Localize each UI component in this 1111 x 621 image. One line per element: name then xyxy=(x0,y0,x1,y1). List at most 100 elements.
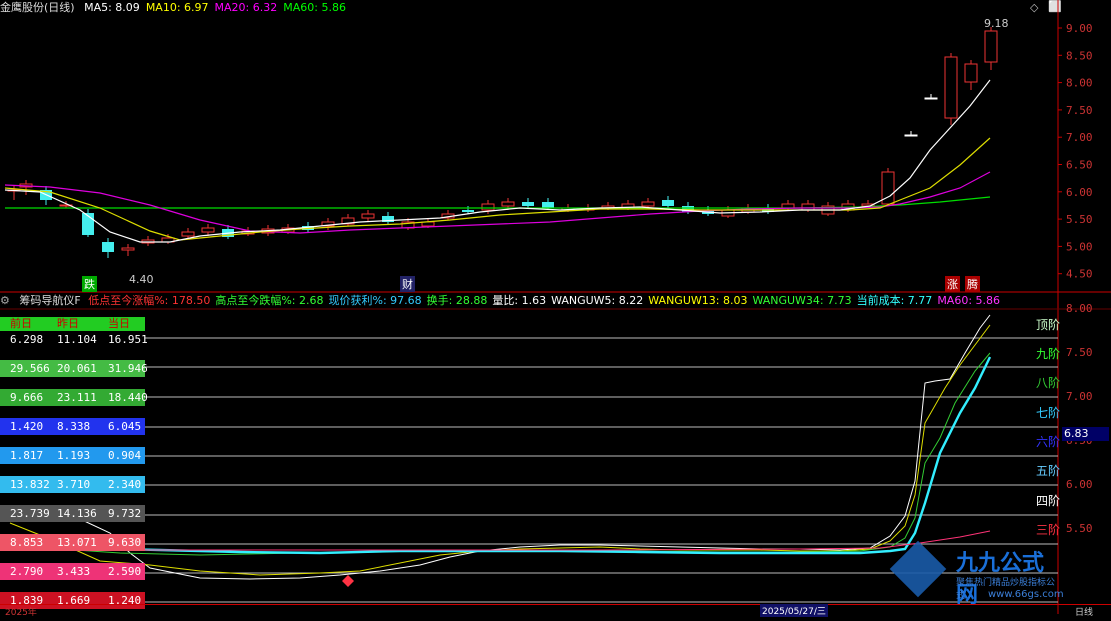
candle xyxy=(201,227,215,233)
candle xyxy=(361,213,375,219)
price-tick: 5.00 xyxy=(1066,240,1093,253)
stage-label: 顶阶 xyxy=(1036,318,1061,332)
table-header: 前日 昨日 当日 xyxy=(0,317,145,331)
chip-table: 前日 昨日 当日 6.298 11.104 16.951 29.566 20.061 31… xyxy=(0,317,148,621)
table-cell: 9.630 xyxy=(108,536,142,549)
table-cell: 20.061 xyxy=(57,362,97,375)
candle xyxy=(462,210,474,212)
table-cell: 2.590 xyxy=(108,565,142,578)
table-cell: 31.946 xyxy=(108,362,148,375)
table-row: 1.817 1.193 0.904 xyxy=(0,447,145,476)
table-cell: 3.433 xyxy=(57,565,91,578)
candle xyxy=(924,97,938,100)
price-tick: 6.50 xyxy=(1066,159,1093,172)
price-tick: 4.50 xyxy=(1066,268,1093,281)
table-cell: 13.832 xyxy=(10,478,50,491)
stage-label: 七阶 xyxy=(1036,406,1061,420)
ma60-bottom-line xyxy=(10,530,991,551)
table-row: 13.832 3.710 2.340 xyxy=(0,476,145,505)
signal-die: 跌 xyxy=(82,276,97,292)
signal-diamond xyxy=(342,575,354,587)
candle xyxy=(102,242,114,252)
table-row: 6.298 11.104 16.951 xyxy=(0,331,148,360)
signal-cai: 财 xyxy=(400,276,415,292)
signal-teng: 腾 xyxy=(965,276,980,292)
stage-label: 三阶 xyxy=(1036,523,1061,537)
stage-label: 五阶 xyxy=(1036,464,1061,478)
current-cost-line xyxy=(9,356,992,555)
table-row: 2.790 3.433 2.590 xyxy=(0,563,145,592)
logo-mark xyxy=(889,540,947,598)
header-prev2: 前日 xyxy=(10,317,32,330)
price-tick: 5.50 xyxy=(1066,213,1093,226)
wanguw13-line xyxy=(9,324,991,576)
table-cell: 11.104 xyxy=(57,333,97,346)
table-row: 23.739 14.136 9.732 xyxy=(0,505,145,534)
indicator-tick: 7.50 xyxy=(1066,346,1093,359)
candle xyxy=(522,202,534,206)
table-cell: 16.951 xyxy=(108,333,148,346)
table-cell: 0.904 xyxy=(108,449,142,462)
candle xyxy=(662,200,674,206)
candle xyxy=(121,247,135,251)
table-cell: 1.817 xyxy=(10,449,44,462)
table-row: 9.666 23.111 18.440 xyxy=(0,389,148,418)
indicator-tick: 6.00 xyxy=(1066,478,1093,491)
signal-zhang: 涨 xyxy=(945,276,960,292)
price-tick: 7.50 xyxy=(1066,104,1093,117)
kline-panel[interactable]: 金鹰股份(日线) MA5: 8.09 MA10: 6.97 MA20: 6.32 MA… xyxy=(0,0,1111,293)
table-cell: 2.340 xyxy=(108,478,142,491)
stage-label: 四阶 xyxy=(1036,494,1061,508)
table-cell: 6.298 xyxy=(10,333,44,346)
price-tick: 7.00 xyxy=(1066,131,1093,144)
table-row: 29.566 20.061 31.946 xyxy=(0,360,148,389)
table-cell: 1.420 xyxy=(10,420,44,433)
table-row: 8.853 13.071 9.630 xyxy=(0,534,145,563)
low-price-marker: 4.40 xyxy=(129,273,154,286)
price-tick: 8.50 xyxy=(1066,49,1093,62)
candle xyxy=(904,134,918,137)
candle xyxy=(964,63,978,83)
table-cell: 9.666 xyxy=(10,391,44,404)
table-cell: 6.045 xyxy=(108,420,142,433)
ma5-line xyxy=(4,79,991,243)
cursor-date: 2025/05/27/三 xyxy=(760,604,828,617)
high-price-marker: 9.18 xyxy=(984,17,1009,30)
table-cell: 13.071 xyxy=(57,536,97,549)
table-cell: 9.732 xyxy=(108,507,142,520)
table-cell: 1.193 xyxy=(57,449,91,462)
price-tick: 9.00 xyxy=(1066,22,1093,35)
candle xyxy=(542,202,554,208)
watermark-logo: 九九公式网 聚焦热门精品炒股指标公式 www.66gs.com xyxy=(889,540,1064,608)
price-tick: 8.00 xyxy=(1066,77,1093,90)
table-cell: 8.853 xyxy=(10,536,44,549)
candle xyxy=(481,203,495,211)
table-cell: 23.111 xyxy=(57,391,97,404)
ma20-line xyxy=(4,171,991,234)
candle xyxy=(801,203,815,211)
table-cell: 2.790 xyxy=(10,565,44,578)
table-cell: 29.566 xyxy=(10,362,50,375)
candle xyxy=(984,30,998,63)
table-cell: 18.440 xyxy=(108,391,148,404)
table-cell: 8.338 xyxy=(57,420,91,433)
table-cell: 3.710 xyxy=(57,478,91,491)
header-today: 当日 xyxy=(108,317,130,330)
stage-label: 六阶 xyxy=(1036,435,1061,449)
candle xyxy=(641,201,655,207)
indicator-tick: 7.00 xyxy=(1066,390,1093,403)
price-tag: 6.83 xyxy=(1062,427,1109,441)
year-label: 2025年 xyxy=(5,608,37,618)
indicator-tick: 8.00 xyxy=(1066,302,1093,315)
candle xyxy=(501,201,515,207)
wanguw34-line xyxy=(9,352,991,556)
period-label[interactable]: 日线 xyxy=(1075,605,1093,618)
kline-chart: 9.00 8.50 8.00 7.50 7.00 6.50 6.00 5.50 5.00 4.50 xyxy=(0,0,1111,293)
candle xyxy=(181,231,195,237)
candle xyxy=(944,56,958,119)
table-cell: 14.136 xyxy=(57,507,97,520)
header-prev1: 昨日 xyxy=(57,317,79,330)
indicator-tick: 5.50 xyxy=(1066,522,1093,535)
brand-url: www.66gs.com xyxy=(988,589,1064,600)
time-axis[interactable]: 2025年 2025/05/27/三 日线 xyxy=(0,604,1111,618)
